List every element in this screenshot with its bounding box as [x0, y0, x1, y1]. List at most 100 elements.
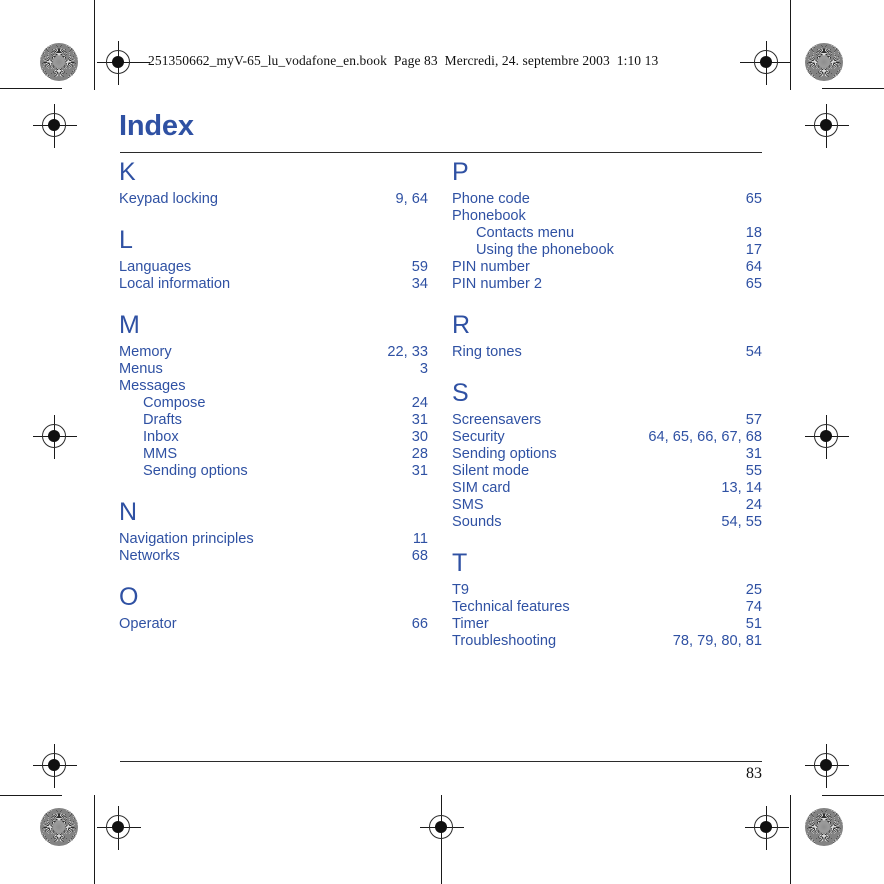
footer-divider	[120, 761, 762, 762]
index-entry[interactable]: Memory 22, 33	[119, 344, 428, 361]
trim-rule-vertical	[790, 0, 791, 90]
index-entry[interactable]: T9 25	[452, 582, 762, 599]
index-entry-pages: 24	[411, 395, 428, 411]
index-entry-pages: 57	[745, 412, 762, 428]
index-entry[interactable]: Menus 3	[119, 361, 428, 378]
index-entry[interactable]: Timer 51	[452, 616, 762, 633]
index-entry[interactable]: Networks 68	[119, 548, 428, 565]
running-header: 251350662_myV-65_lu_vodafone_en.book Pag…	[148, 53, 659, 68]
index-entry-label: T9	[452, 582, 470, 598]
index-entry-pages: 24	[745, 497, 762, 513]
index-entry-label: Security	[452, 429, 505, 445]
registration-mark-icon	[420, 806, 464, 850]
index-entry-label: Silent mode	[452, 463, 530, 479]
index-entry-pages: 65	[745, 276, 762, 292]
index-entry-label: Phone code	[452, 191, 530, 207]
index-column-right: P Phone code 65 Phonebook Contacts menu 18 Usi…	[452, 160, 762, 650]
index-entry[interactable]: Keypad locking 9, 64	[119, 191, 428, 208]
index-column-left: K Keypad locking 9, 64 L Languages 59 Local in…	[119, 160, 428, 633]
index-entry[interactable]: Phone code 65	[452, 191, 762, 208]
index-entry-pages: 55	[745, 463, 762, 479]
index-group: P Phone code 65 Phonebook Contacts menu 18 Usi…	[452, 160, 762, 293]
index-entry-label: PIN number	[452, 259, 530, 275]
index-group: O Operator 66	[119, 585, 428, 633]
index-group: R Ring tones 54	[452, 313, 762, 361]
trim-rule-vertical	[94, 0, 95, 90]
title-divider	[120, 152, 762, 153]
index-entry-pages: 31	[411, 412, 428, 428]
index-subentry[interactable]: Compose 24	[119, 395, 428, 412]
trim-rule-horizontal	[0, 88, 62, 89]
index-entry[interactable]: Messages	[119, 378, 428, 395]
index-entry[interactable]: Ring tones 54	[452, 344, 762, 361]
index-entry[interactable]: SIM card 13, 14	[452, 480, 762, 497]
index-entry-label: MMS	[143, 446, 178, 462]
index-entry[interactable]: Local information 34	[119, 276, 428, 293]
index-entry-label: Timer	[452, 616, 489, 632]
index-entry-label: Phonebook	[452, 208, 526, 224]
index-entry[interactable]: SMS 24	[452, 497, 762, 514]
index-entry[interactable]: Navigation principles 11	[119, 531, 428, 548]
page-title: Index	[119, 110, 194, 142]
index-subentry[interactable]: Drafts 31	[119, 412, 428, 429]
index-entry-pages: 65	[745, 191, 762, 207]
index-entry-pages: 13, 14	[721, 480, 762, 496]
index-group: L Languages 59 Local information 34	[119, 228, 428, 293]
index-subentry[interactable]: Contacts menu 18	[452, 225, 762, 242]
page-number: 83	[746, 765, 762, 782]
registration-mark-icon	[97, 806, 141, 850]
index-entry[interactable]: Troubleshooting 78, 79, 80, 81	[452, 633, 762, 650]
index-entry-pages: 17	[745, 242, 762, 258]
index-entry-pages: 59	[411, 259, 428, 275]
index-subentry[interactable]: Sending options 31	[119, 463, 428, 480]
index-letter-heading: N	[119, 498, 138, 526]
index-entry-pages: 18	[745, 225, 762, 241]
index-entry-label: Messages	[119, 378, 186, 394]
index-entry-pages: 25	[745, 582, 762, 598]
index-entry[interactable]: Phonebook	[452, 208, 762, 225]
index-entry[interactable]: Technical features 74	[452, 599, 762, 616]
index-letter-heading: S	[452, 379, 469, 407]
index-entry[interactable]: Sounds 54, 55	[452, 514, 762, 531]
index-entry[interactable]: Sending options 31	[452, 446, 762, 463]
registration-mark-icon	[33, 744, 77, 788]
trim-rule-vertical	[790, 795, 791, 884]
index-entry-pages: 34	[411, 276, 428, 292]
registration-mark-icon	[805, 104, 849, 148]
index-entry-pages: 74	[745, 599, 762, 615]
index-subentry[interactable]: MMS 28	[119, 446, 428, 463]
trim-rule-horizontal	[0, 795, 62, 796]
index-entry[interactable]: PIN number 2 65	[452, 276, 762, 293]
index-letter-heading: M	[119, 311, 140, 339]
index-subentry[interactable]: Using the phonebook 17	[452, 242, 762, 259]
printed-page: 251350662_myV-65_lu_vodafone_en.book Pag…	[0, 0, 884, 884]
registration-mark-icon	[745, 41, 789, 85]
index-entry[interactable]: Silent mode 55	[452, 463, 762, 480]
index-entry[interactable]: Security 64, 65, 66, 67, 68	[452, 429, 762, 446]
index-entry[interactable]: PIN number 64	[452, 259, 762, 276]
registration-mark-icon	[745, 806, 789, 850]
index-entry-pages: 28	[411, 446, 428, 462]
registration-mark-icon	[33, 415, 77, 459]
index-entry-pages: 64	[745, 259, 762, 275]
index-entry-label: Navigation principles	[119, 531, 254, 547]
index-entry-pages: 64, 65, 66, 67, 68	[648, 429, 762, 445]
index-entry-label: Screensavers	[452, 412, 542, 428]
trim-rule-horizontal	[822, 795, 884, 796]
trim-rule-vertical	[94, 795, 95, 884]
index-entry-label: SMS	[452, 497, 484, 513]
index-entry-pages: 11	[412, 531, 428, 547]
index-entry-label: Sending options	[143, 463, 248, 479]
index-entry-pages: 51	[745, 616, 762, 632]
index-entry[interactable]: Screensavers 57	[452, 412, 762, 429]
index-entry-pages: 31	[411, 463, 428, 479]
index-entry-label: Contacts menu	[476, 225, 575, 241]
index-entry-label: Operator	[119, 616, 177, 632]
index-subentry[interactable]: Inbox 30	[119, 429, 428, 446]
index-entry-label: Inbox	[143, 429, 179, 445]
index-entry[interactable]: Operator 66	[119, 616, 428, 633]
index-entry-label: Ring tones	[452, 344, 522, 360]
index-entry-pages: 66	[411, 616, 428, 632]
index-entry[interactable]: Languages 59	[119, 259, 428, 276]
index-entry-pages: 30	[411, 429, 428, 445]
